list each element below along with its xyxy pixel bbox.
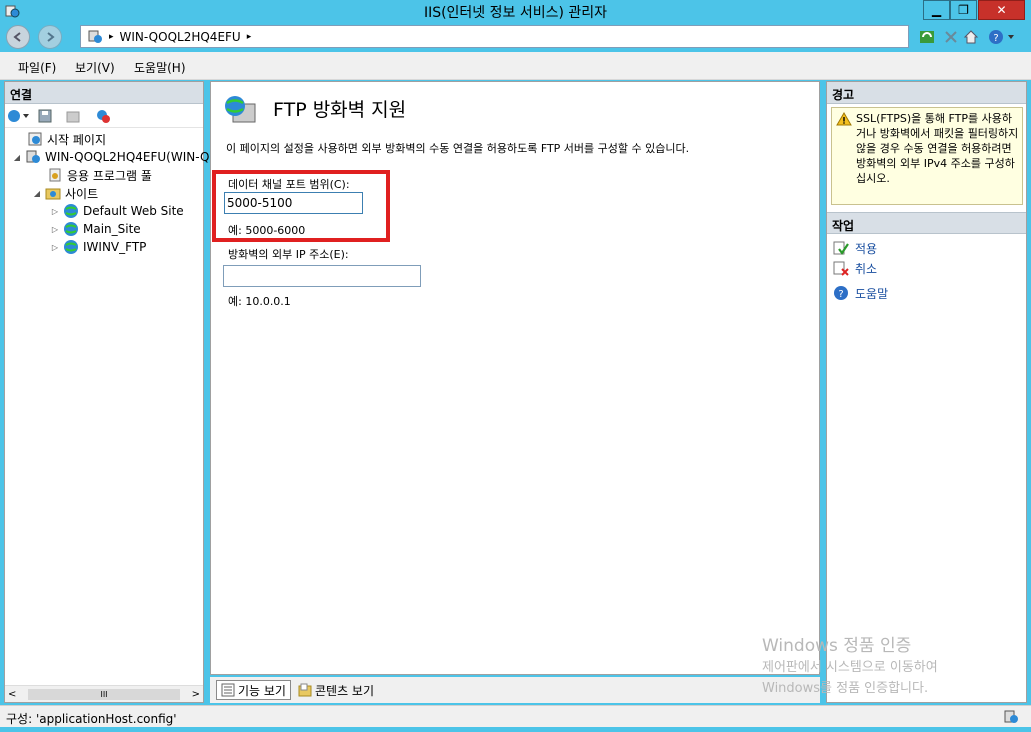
up-folder-icon[interactable] [65, 108, 81, 124]
server-icon [88, 30, 102, 43]
svg-text:?: ? [838, 289, 843, 300]
connections-header: 연결 [5, 82, 203, 104]
help-menu-icon[interactable]: ? [988, 28, 1016, 46]
tree-label: WIN-QOQL2HQ4EFU(WIN-Q [45, 150, 210, 164]
sites-folder-icon [45, 188, 61, 200]
collapse-arrow-icon[interactable]: ◢ [33, 189, 41, 198]
svg-text:?: ? [993, 33, 998, 44]
tree-label: Main_Site [83, 222, 141, 236]
connections-toolbar [5, 104, 203, 128]
scroll-thumb[interactable]: III [28, 688, 180, 700]
horizontal-scrollbar[interactable]: < III > [5, 685, 203, 702]
expand-arrow-icon[interactable]: ▷ [51, 243, 59, 252]
title-bar: IIS(인터넷 정보 서비스) 관리자 ▁ ❐ ✕ [0, 0, 1031, 22]
tree-site-default[interactable]: ▷ Default Web Site [51, 202, 184, 220]
watermark-title: Windows 정품 인증 [762, 636, 912, 656]
connections-panel: 연결 시작 페이지 ◢ WIN-QOQL2HQ4EFU(WIN-Q 응용 프로그… [4, 81, 209, 703]
apply-label[interactable]: 적용 [855, 240, 877, 257]
server-icon [26, 150, 40, 163]
ftp-firewall-icon [225, 96, 256, 123]
tree-label: 응용 프로그램 풀 [67, 168, 152, 183]
tree-site-ftp[interactable]: ▷ IWINV_FTP [51, 238, 146, 256]
page-description: 이 페이지의 설정을 사용하면 외부 방화벽의 수동 연결을 허용하도록 FTP… [226, 142, 690, 155]
cancel-action[interactable]: 취소 [833, 259, 877, 277]
window-title: IIS(인터넷 정보 서비스) 관리자 [423, 5, 608, 21]
alert-message: SSL(FTPS)을 통해 FTP를 사용하거나 방화벽에서 패킷을 필터링하지… [856, 112, 1019, 185]
status-text: 구성: 'applicationHost.config' [6, 712, 177, 726]
forward-arrow-icon [47, 32, 55, 42]
features-view-icon [221, 683, 235, 697]
external-ip-input[interactable] [223, 265, 421, 287]
server-status-icon [1004, 710, 1018, 723]
view-tabs: 기능 보기 콘텐츠 보기 [210, 677, 820, 703]
address-arrow-left[interactable]: ▸ [109, 32, 114, 42]
home-icon[interactable] [962, 28, 980, 46]
connect-globe-icon[interactable] [7, 108, 31, 124]
address-field[interactable]: ▸ WIN-QOQL2HQ4EFU ▸ [80, 25, 909, 48]
collapse-arrow-icon[interactable]: ◢ [13, 153, 21, 162]
tree-label: 시작 페이지 [47, 132, 107, 147]
address-path[interactable]: WIN-QOQL2HQ4EFU [120, 30, 241, 44]
tab-label: 콘텐츠 보기 [315, 683, 375, 698]
warning-icon [836, 112, 852, 126]
address-bar: ▸ WIN-QOQL2HQ4EFU ▸ ? [0, 22, 1031, 52]
apply-check-icon [833, 241, 849, 255]
refresh-icon[interactable] [918, 28, 936, 46]
stop-icon[interactable] [942, 28, 960, 46]
external-ip-label: 방화벽의 외부 IP 주소(E): [228, 248, 349, 261]
expand-arrow-icon[interactable]: ▷ [51, 225, 59, 234]
app-pool-icon [49, 168, 61, 182]
tree-start-page[interactable]: 시작 페이지 [27, 130, 106, 148]
tree-server[interactable]: ◢ WIN-QOQL2HQ4EFU(WIN-Q [13, 148, 210, 166]
alerts-header: 경고 [827, 82, 1026, 104]
tab-label: 기능 보기 [238, 683, 286, 698]
globe-icon [64, 222, 78, 236]
close-button[interactable]: ✕ [978, 0, 1025, 20]
tree-label: Default Web Site [83, 204, 184, 218]
minimize-button[interactable]: ▁ [923, 0, 950, 20]
apply-action[interactable]: 적용 [833, 239, 877, 257]
tree-label: IWINV_FTP [83, 240, 147, 254]
actions-panel: 경고 SSL(FTPS)을 통해 FTP를 사용하거나 방화벽에서 패킷을 필터… [826, 81, 1027, 703]
help-label[interactable]: 도움말 [855, 285, 888, 302]
menu-bar: 파일(F) 보기(V) 도움말(H) [0, 52, 1031, 80]
help-action[interactable]: ? 도움말 [833, 284, 888, 302]
tree-label: 사이트 [65, 186, 99, 201]
address-arrow-right[interactable]: ▸ [247, 32, 252, 42]
disconnect-icon[interactable] [95, 108, 111, 124]
tab-content-view[interactable]: 콘텐츠 보기 [294, 680, 378, 700]
help-icon: ? [834, 286, 848, 300]
tab-features-view[interactable]: 기능 보기 [216, 680, 291, 700]
watermark-line3: Windows를 정품 인증합니다. [762, 681, 929, 696]
actions-header: 작업 [827, 212, 1026, 234]
page-title: FTP 방화벽 지원 [273, 99, 407, 121]
save-icon[interactable] [37, 108, 53, 124]
content-view-icon [298, 683, 312, 697]
back-arrow-icon [13, 32, 21, 42]
cancel-x-icon [833, 261, 849, 276]
external-ip-hint: 예: 10.0.0.1 [228, 295, 291, 308]
scroll-right-button[interactable]: > [192, 689, 200, 700]
start-page-icon [28, 132, 42, 146]
maximize-button[interactable]: ❐ [950, 0, 977, 20]
watermark-line2: 제어판에서 시스템으로 이동하여 [762, 660, 938, 675]
menu-help[interactable]: 도움말(H) [134, 59, 186, 76]
cancel-label[interactable]: 취소 [855, 260, 877, 277]
port-range-highlight [212, 170, 390, 242]
tree-site-main[interactable]: ▷ Main_Site [51, 220, 141, 238]
forward-button[interactable] [38, 25, 62, 49]
status-bar: 구성: 'applicationHost.config' [0, 705, 1031, 727]
tree-app-pools[interactable]: 응용 프로그램 풀 [47, 166, 152, 184]
scroll-left-button[interactable]: < [8, 689, 16, 700]
window-bottom-border [0, 727, 1031, 732]
menu-view[interactable]: 보기(V) [75, 59, 115, 76]
alert-box: SSL(FTPS)을 통해 FTP를 사용하거나 방화벽에서 패킷을 필터링하지… [831, 107, 1023, 205]
globe-icon [64, 240, 78, 254]
globe-icon [64, 204, 78, 218]
menu-file[interactable]: 파일(F) [18, 59, 56, 76]
tree-sites[interactable]: ◢ 사이트 [33, 184, 98, 202]
back-button[interactable] [6, 25, 30, 49]
expand-arrow-icon[interactable]: ▷ [51, 207, 59, 216]
